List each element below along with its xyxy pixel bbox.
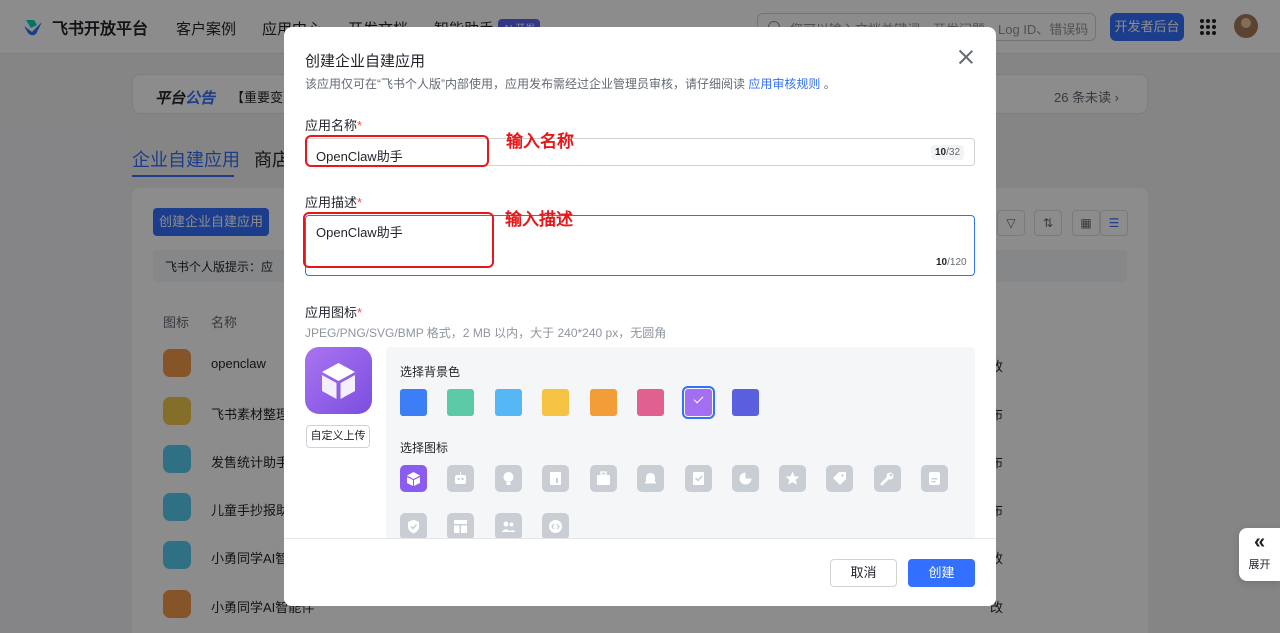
- annotation-input-desc: 输入描述: [505, 210, 573, 229]
- bg-color-swatch-yellow[interactable]: [542, 389, 569, 416]
- app-desc-count: 10: [936, 257, 948, 268]
- choose-icon-label: 选择图标: [400, 441, 449, 455]
- app-name-label: 应用名称*: [305, 115, 362, 134]
- icon-picker-panel: 选择背景色 选择图标: [386, 347, 975, 547]
- bg-color-swatch-pink[interactable]: [637, 389, 664, 416]
- note-icon[interactable]: [921, 465, 948, 492]
- cube-icon: [322, 363, 355, 399]
- app-name-max: /32: [946, 147, 961, 158]
- double-chevron-left-icon: «: [1253, 531, 1266, 553]
- code-icon[interactable]: [542, 513, 569, 540]
- bg-color-swatch-sky[interactable]: [495, 389, 522, 416]
- checklist-icon[interactable]: [685, 465, 712, 492]
- bell-icon[interactable]: [637, 465, 664, 492]
- app-name-count: 10: [935, 147, 947, 158]
- briefcase-icon[interactable]: [590, 465, 617, 492]
- annotation-input-name: 输入名称: [506, 132, 574, 151]
- dialog-desc-text: 该应用仅可在“飞书个人版”内部使用，应用发布需经过企业管理员审核，请仔细阅读: [305, 77, 745, 91]
- app-icon-label-text: 应用图标: [305, 305, 358, 320]
- close-icon[interactable]: [957, 48, 975, 66]
- app-name-char-counter: 10/32: [931, 145, 965, 160]
- dialog-desc-suffix: 。: [823, 77, 836, 91]
- document-icon[interactable]: [542, 465, 569, 492]
- bg-color-swatch-indigo[interactable]: [732, 389, 759, 416]
- cube-icon[interactable]: [400, 465, 427, 492]
- app-icon-preview: [305, 347, 372, 414]
- app-desc-label: 应用描述*: [305, 192, 362, 211]
- cancel-button[interactable]: 取消: [830, 559, 897, 587]
- custom-upload-button[interactable]: 自定义上传: [306, 425, 370, 448]
- bg-color-swatch-orange[interactable]: [590, 389, 617, 416]
- dialog-footer: 取消 创建: [284, 538, 996, 606]
- review-rules-link[interactable]: 应用审核规则: [748, 77, 820, 91]
- icon-format-hint: JPEG/PNG/SVG/BMP 格式，2 MB 以内，大于 240*240 p…: [305, 326, 667, 340]
- app-desc-label-text: 应用描述: [305, 195, 358, 210]
- check-icon: [693, 393, 704, 404]
- annotation-box-name: [305, 135, 489, 167]
- star-icon[interactable]: [779, 465, 806, 492]
- create-app-dialog: 创建企业自建应用 该应用仅可在“飞书个人版”内部使用，应用发布需经过企业管理员审…: [284, 27, 996, 606]
- dialog-description: 该应用仅可在“飞书个人版”内部使用，应用发布需经过企业管理员审核，请仔细阅读 应…: [305, 75, 836, 92]
- lightbulb-icon[interactable]: [495, 465, 522, 492]
- users-icon[interactable]: [495, 513, 522, 540]
- tag-icon[interactable]: [826, 465, 853, 492]
- app-desc-char-counter: 10/120: [932, 255, 971, 270]
- required-mark: *: [357, 195, 363, 210]
- shield-icon[interactable]: [400, 513, 427, 540]
- app-desc-max: /120: [947, 257, 967, 268]
- layout-icon[interactable]: [447, 513, 474, 540]
- dialog-title: 创建企业自建应用: [305, 53, 426, 70]
- bg-color-label: 选择背景色: [400, 365, 461, 379]
- wrench-icon[interactable]: [874, 465, 901, 492]
- bg-color-swatch-purple-selected[interactable]: [682, 386, 715, 419]
- bg-color-swatch-green[interactable]: [447, 389, 474, 416]
- required-mark: *: [357, 118, 363, 133]
- create-button[interactable]: 创建: [908, 559, 975, 587]
- bg-color-swatch-blue[interactable]: [400, 389, 427, 416]
- pie-chart-icon[interactable]: [732, 465, 759, 492]
- annotation-box-desc: [303, 212, 494, 268]
- app-icon-label: 应用图标*: [305, 302, 362, 321]
- expand-label: 展开: [1248, 559, 1271, 571]
- robot-icon[interactable]: [447, 465, 474, 492]
- side-expand-button[interactable]: « 展开: [1239, 528, 1280, 581]
- app-name-label-text: 应用名称: [305, 118, 358, 133]
- required-mark: *: [357, 305, 363, 320]
